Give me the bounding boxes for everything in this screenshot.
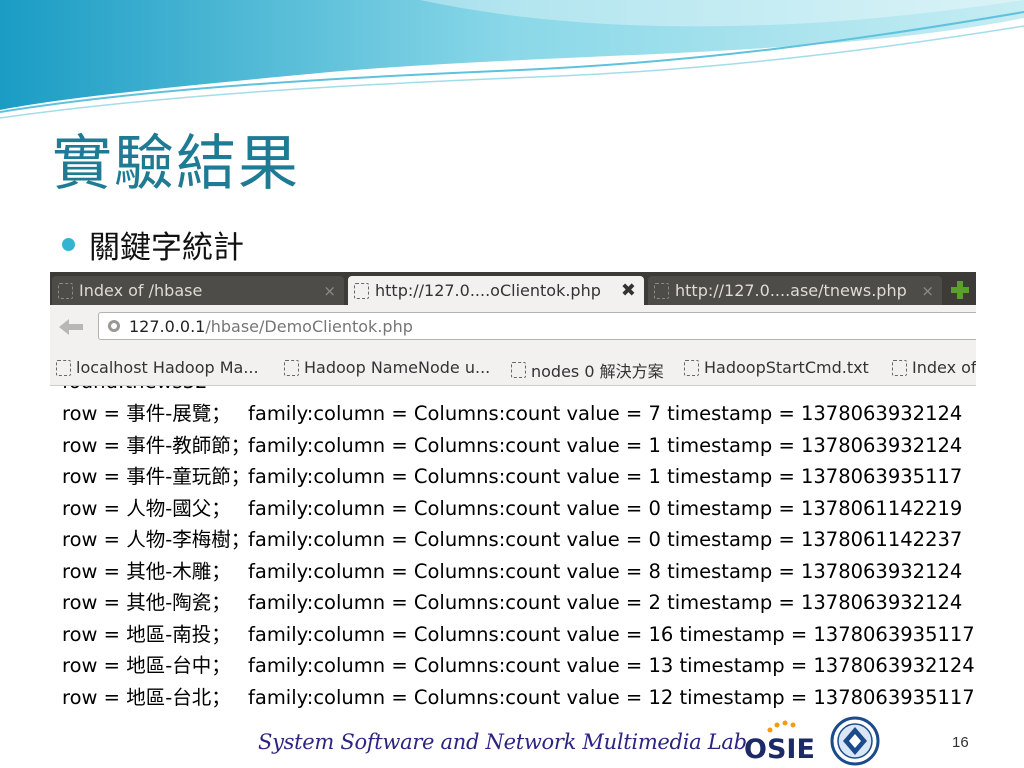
- row-value: family:column = Columns:count value = 1 …: [248, 465, 963, 488]
- favicon-placeholder-icon: [354, 282, 369, 299]
- footer-lab-name: System Software and Network Multimedia L…: [258, 730, 747, 754]
- row-value: family:column = Columns:count value = 2 …: [248, 591, 963, 614]
- bookmark-label: Index of: [912, 358, 976, 377]
- row-value: family:column = Columns:count value = 0 …: [248, 528, 963, 551]
- row-key: row = 其他-陶瓷；: [62, 591, 231, 614]
- favicon-placeholder-icon: [56, 359, 71, 376]
- row-value: family:column = Columns:count value = 0 …: [248, 496, 963, 520]
- favicon-placeholder-icon: [58, 282, 73, 299]
- result-row: row = 地區-南投； family:column = Columns:coun…: [62, 619, 975, 651]
- close-icon[interactable]: ✖: [621, 280, 636, 301]
- tab-label: http://127.0....ase/tnews.php: [675, 281, 907, 300]
- bookmark-item[interactable]: HadoopStartCmd.txt: [684, 358, 869, 377]
- favicon-placeholder-icon: [284, 359, 299, 376]
- favicon-placeholder-icon: [511, 362, 526, 378]
- tab-index-of-hbase[interactable]: Index of /hbase ×: [52, 276, 344, 305]
- plus-icon: [951, 281, 969, 299]
- osie-emblem-icon: [830, 716, 880, 766]
- osie-logo: OSIE: [744, 720, 824, 765]
- bookmarks-bar: localhost Hadoop Ma... Hadoop NameNode u…: [50, 350, 976, 386]
- result-row: row = 其他-木雕； family:column = Columns:coun…: [62, 556, 962, 588]
- row-key: row = 地區-台北；: [62, 685, 231, 709]
- bullet-item: 關鍵字統計: [62, 224, 244, 266]
- bookmark-label: nodes 0 解決方案: [531, 362, 664, 381]
- result-row: row = 地區-台北； family:column = Columns:coun…: [62, 682, 975, 709]
- result-row: row = 人物-李梅樹；family:column = Columns:cou…: [62, 524, 962, 556]
- row-value: family:column = Columns:count value = 12…: [248, 685, 975, 709]
- header-wave-decoration: [0, 0, 1024, 119]
- close-icon[interactable]: ×: [921, 282, 934, 300]
- result-row: row = 其他-陶瓷； family:column = Columns:coun…: [62, 587, 962, 619]
- row-value: family:column = Columns:count value = 7 …: [248, 402, 963, 425]
- tab-label: http://127.0....oClientok.php: [375, 281, 601, 300]
- row-key: row = 其他-木雕；: [62, 559, 231, 583]
- slide-title: 實驗結果: [52, 129, 300, 199]
- bookmark-label: HadoopStartCmd.txt: [704, 358, 869, 377]
- bullet-text: 關鍵字統計: [89, 229, 244, 266]
- row-key: row = 事件-童玩節；: [62, 465, 251, 488]
- browser-screenshot: Index of /hbase × http://127.0....oClien…: [50, 272, 976, 708]
- row-value: family:column = Columns:count value = 1 …: [248, 433, 963, 457]
- tab-tnews[interactable]: http://127.0....ase/tnews.php ×: [648, 276, 942, 305]
- bookmark-item[interactable]: Index of: [892, 358, 976, 377]
- tab-label: Index of /hbase: [79, 281, 203, 300]
- close-icon[interactable]: ×: [323, 282, 336, 300]
- bookmark-item[interactable]: localhost Hadoop Ma...: [56, 358, 259, 377]
- result-row: row = 人物-國父； family:column = Columns:coun…: [62, 493, 962, 525]
- navigation-bar: 127.0.0.1/hbase/DemoClientok.php: [50, 305, 976, 350]
- bookmark-item[interactable]: nodes 0 解決方案: [511, 358, 664, 382]
- result-row: row = 事件-展覽； family:column = Columns:coun…: [62, 398, 962, 430]
- address-bar[interactable]: 127.0.0.1/hbase/DemoClientok.php: [98, 312, 976, 340]
- page-number: 16: [952, 734, 969, 751]
- result-row: row = 事件-教師節；family:column = Columns:cou…: [62, 430, 962, 462]
- tab-bar: Index of /hbase × http://127.0....oClien…: [50, 272, 976, 305]
- bookmark-label: Hadoop NameNode u...: [304, 358, 491, 377]
- favicon-placeholder-icon: [684, 359, 699, 376]
- back-arrow-icon: [59, 319, 83, 335]
- back-button[interactable]: [56, 315, 86, 339]
- favicon-placeholder-icon: [654, 282, 669, 299]
- logo-text: OSIE: [744, 734, 815, 765]
- row-key: row = 事件-展覽；: [62, 402, 231, 425]
- new-tab-button[interactable]: [948, 278, 972, 302]
- favicon-placeholder-icon: [892, 359, 907, 376]
- row-key: row = 地區-南投；: [62, 622, 231, 646]
- partial-output-line: found:tnews32: [62, 386, 207, 398]
- row-value: family:column = Columns:count value = 8 …: [248, 559, 963, 583]
- row-value: family:column = Columns:count value = 13…: [248, 654, 975, 677]
- result-row: row = 事件-童玩節；family:column = Columns:cou…: [62, 461, 962, 493]
- url-host: 127.0.0.1: [129, 316, 206, 336]
- row-key: row = 地區-台中；: [62, 654, 231, 677]
- bookmark-label: localhost Hadoop Ma...: [76, 358, 259, 377]
- result-row: row = 地區-台中； family:column = Columns:coun…: [62, 650, 975, 682]
- row-key: row = 事件-教師節；: [62, 433, 251, 457]
- url-path: /hbase/DemoClientok.php: [205, 316, 413, 336]
- row-key: row = 人物-國父；: [62, 496, 231, 520]
- row-key: row = 人物-李梅樹；: [62, 528, 251, 551]
- globe-icon: [108, 320, 120, 332]
- tab-democlientok[interactable]: http://127.0....oClientok.php ✖: [348, 276, 644, 305]
- bullet-dot-icon: [62, 237, 75, 251]
- bookmark-item[interactable]: Hadoop NameNode u...: [284, 358, 490, 377]
- row-value: family:column = Columns:count value = 16…: [248, 622, 975, 646]
- page-content: found:tnews32 row = 事件-展覽； family:column …: [50, 386, 976, 708]
